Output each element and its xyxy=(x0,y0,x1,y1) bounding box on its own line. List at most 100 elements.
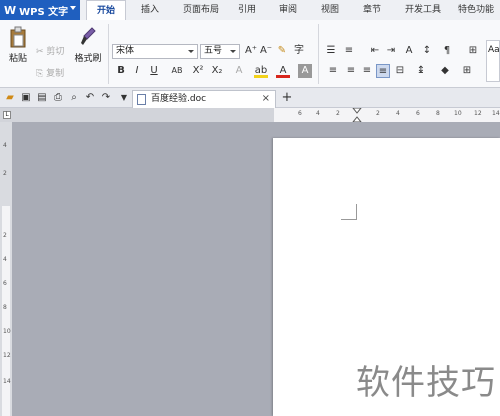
save-as-icon[interactable]: ▤ xyxy=(35,91,49,105)
ruler-number: 4 xyxy=(316,110,320,117)
document-icon xyxy=(137,94,146,105)
chevron-down-icon xyxy=(230,50,236,53)
tab-page-layout[interactable]: 页面布局 xyxy=(174,0,228,20)
open-folder-icon[interactable]: ▰ xyxy=(3,91,17,105)
ruler-number: 8 xyxy=(436,110,440,117)
clear-format-icon[interactable]: ✎ xyxy=(275,44,289,58)
bullet-list-icon[interactable]: ☰ xyxy=(324,44,338,58)
print-preview-icon[interactable]: ⌕ xyxy=(67,91,81,105)
text-effect-icon[interactable]: A xyxy=(232,64,246,78)
ruler-number: 4 xyxy=(396,110,400,117)
tab-references[interactable]: 引用 xyxy=(232,0,262,20)
ruler-number: 6 xyxy=(3,280,7,287)
ruler-number: 8 xyxy=(3,304,7,311)
numbered-list-icon[interactable]: ≡ xyxy=(342,44,356,58)
tab-special-features[interactable]: 特色功能 xyxy=(452,0,500,20)
vertical-ruler: 4 2 2 4 6 8 10 12 14 xyxy=(0,122,12,416)
close-icon[interactable]: × xyxy=(262,91,270,107)
wps-logo-icon: W xyxy=(4,3,17,17)
watermark-text: 软件技巧 xyxy=(352,353,500,416)
redo-icon[interactable]: ↷ xyxy=(99,91,113,105)
line-spacing-icon[interactable]: ↨ xyxy=(414,64,428,78)
copy-button[interactable]: ⎘ 复制 xyxy=(36,66,70,80)
separator xyxy=(108,24,109,84)
ruler-number: 4 xyxy=(3,142,7,149)
ruler-number: 14 xyxy=(492,110,500,117)
chevron-down-icon xyxy=(70,6,76,10)
cut-button[interactable]: ✂ 剪切 xyxy=(36,44,70,58)
ruler-number: 2 xyxy=(336,110,340,117)
chevron-down-icon xyxy=(188,50,194,53)
menu-bar: W WPS 文字 开始 插入 页面布局 引用 审阅 视图 章节 开发工具 特色功… xyxy=(0,0,500,20)
undo-icon[interactable]: ↶ xyxy=(83,91,97,105)
copy-label: 复制 xyxy=(46,69,65,79)
cut-label: 剪切 xyxy=(46,47,65,57)
style-preview-text: Aa xyxy=(488,45,500,55)
brush-icon xyxy=(81,27,96,45)
align-left-icon[interactable]: ≡ xyxy=(326,64,340,78)
font-size-value: 五号 xyxy=(204,46,223,56)
increase-indent-icon[interactable]: ⇥ xyxy=(384,44,398,58)
phonetic-icon[interactable]: 字 xyxy=(292,44,306,58)
grow-font-icon[interactable]: A⁺ xyxy=(244,44,258,58)
highlight-icon[interactable]: ab xyxy=(254,64,268,78)
app-name: WPS 文字 xyxy=(19,6,69,18)
customize-arrow-icon[interactable]: ▼ xyxy=(117,91,131,105)
tab-stop-selector-icon[interactable]: L xyxy=(3,111,11,119)
tab-developer[interactable]: 开发工具 xyxy=(398,0,448,20)
format-painter-button[interactable]: 格式刷 xyxy=(72,26,104,64)
new-tab-icon[interactable]: + xyxy=(280,91,294,105)
show-marks-icon[interactable]: ¶ xyxy=(440,44,454,58)
tab-review[interactable]: 审阅 xyxy=(270,0,306,20)
ruler-number: 4 xyxy=(3,256,7,263)
ruler-number: 10 xyxy=(3,328,11,335)
align-center-icon[interactable]: ≡ xyxy=(344,64,358,78)
ruler-text-area xyxy=(274,108,500,122)
char-shading-icon[interactable]: A xyxy=(298,64,312,78)
tab-insert[interactable]: 插入 xyxy=(132,0,168,20)
shading-icon[interactable]: ◆ xyxy=(438,64,452,78)
subscript-icon[interactable]: X₂ xyxy=(210,64,224,78)
tab-chapter[interactable]: 章节 xyxy=(354,0,390,20)
char-spacing-icon[interactable]: A xyxy=(402,44,416,58)
justify-icon[interactable]: ≡ xyxy=(376,64,390,78)
save-icon[interactable]: ▣ xyxy=(19,91,33,105)
shrink-font-icon[interactable]: A⁻ xyxy=(259,44,273,58)
tab-view[interactable]: 视图 xyxy=(312,0,348,20)
ribbon-toolbar: 粘贴 ✂ 剪切 ⎘ 复制 格式刷 宋体 五号 A⁺ A⁻ ✎ 字 B I U A… xyxy=(0,20,500,88)
document-tab[interactable]: 百度经验.doc × xyxy=(132,90,276,108)
distribute-icon[interactable]: ⊟ xyxy=(393,64,407,78)
clipboard-icon xyxy=(10,26,26,48)
underline-icon[interactable]: U xyxy=(147,64,161,78)
align-right-icon[interactable]: ≡ xyxy=(360,64,374,78)
ruler-number: 2 xyxy=(3,232,7,239)
sort-icon[interactable]: ↕ xyxy=(420,44,434,58)
quick-access-bar: ▰ ▣ ▤ ⎙ ⌕ ↶ ↷ ▼ 百度经验.doc × + xyxy=(0,88,500,108)
superscript-icon[interactable]: X² xyxy=(191,64,205,78)
copy-icon: ⎘ xyxy=(36,69,44,79)
indent-marker-icon[interactable] xyxy=(352,108,362,122)
app-menu-button[interactable]: W WPS 文字 xyxy=(0,0,80,20)
ruler-number: 2 xyxy=(3,170,7,177)
print-icon[interactable]: ⎙ xyxy=(51,91,65,105)
borders-icon[interactable]: ⊞ xyxy=(460,64,474,78)
table-icon[interactable]: ⊞ xyxy=(466,44,480,58)
paste-button[interactable]: 粘贴 xyxy=(3,26,33,64)
ruler-number: 2 xyxy=(376,110,380,117)
bold-icon[interactable]: B xyxy=(114,64,128,78)
font-size-select[interactable]: 五号 xyxy=(200,44,240,59)
format-painter-label: 格式刷 xyxy=(74,54,102,64)
ruler-number: 12 xyxy=(474,110,482,117)
italic-icon[interactable]: I xyxy=(130,64,144,78)
font-color-icon[interactable]: A xyxy=(276,64,290,78)
document-tab-name: 百度经验.doc xyxy=(151,94,207,104)
font-name-select[interactable]: 宋体 xyxy=(112,44,198,59)
horizontal-ruler: 6 4 2 2 4 6 8 10 12 14 xyxy=(0,108,500,122)
ruler-number: 14 xyxy=(3,378,11,385)
font-name-value: 宋体 xyxy=(116,46,135,56)
strikethrough-icon[interactable]: AB xyxy=(168,64,186,78)
tab-home[interactable]: 开始 xyxy=(86,0,126,20)
ruler-number: 6 xyxy=(298,110,302,117)
style-gallery[interactable]: Aa xyxy=(486,40,500,82)
decrease-indent-icon[interactable]: ⇤ xyxy=(368,44,382,58)
